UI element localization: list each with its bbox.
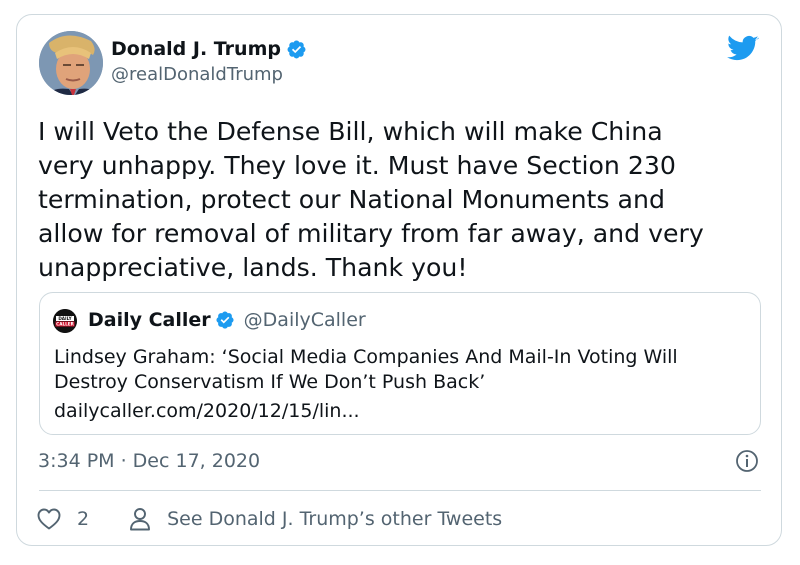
tweet-text: I will Veto the Defense Bill, which will… <box>38 117 704 282</box>
twitter-bird-icon[interactable] <box>727 35 759 63</box>
other-tweets-label[interactable]: See Donald J. Trump’s other Tweets <box>167 506 502 532</box>
avatar[interactable] <box>39 31 103 95</box>
quoted-author-handle[interactable]: @DailyCaller <box>244 306 366 334</box>
verified-badge-icon <box>287 40 306 58</box>
info-icon[interactable] <box>735 449 759 473</box>
divider <box>39 490 761 491</box>
logo-text-top: DAILY <box>58 316 72 321</box>
like-count[interactable]: 2 <box>77 506 89 532</box>
author-name[interactable]: Donald J. Trump <box>111 37 281 61</box>
action-bar: 2 See Donald J. Trump’s other Tweets <box>37 506 502 532</box>
quoted-author-name[interactable]: Daily Caller <box>88 306 211 334</box>
daily-caller-logo: DAILY CALLER <box>53 309 77 333</box>
tweet-timestamp[interactable]: 3:34 PM · Dec 17, 2020 <box>38 448 260 474</box>
person-icon <box>130 508 151 531</box>
quoted-tweet-text: Lindsey Graham: ‘Social Media Companies … <box>54 346 678 393</box>
logo-text-bottom: CALLER <box>56 322 75 327</box>
other-tweets-link[interactable]: See Donald J. Trump’s other Tweets <box>129 506 502 532</box>
quoted-tweet-link[interactable]: dailycaller.com/2020/12/15/lin... <box>54 399 360 423</box>
quoted-tweet[interactable]: DAILY CALLER Daily Caller @DailyCaller L… <box>39 292 761 435</box>
quoted-author-row[interactable]: Daily Caller @DailyCaller <box>88 306 366 334</box>
author-name-row[interactable]: Donald J. Trump <box>111 37 307 61</box>
heart-icon[interactable] <box>37 508 61 530</box>
tweet-card[interactable]: Donald J. Trump @realDonaldTrump I will … <box>16 14 782 546</box>
author-handle[interactable]: @realDonaldTrump <box>111 64 283 86</box>
verified-badge-icon <box>216 311 234 329</box>
